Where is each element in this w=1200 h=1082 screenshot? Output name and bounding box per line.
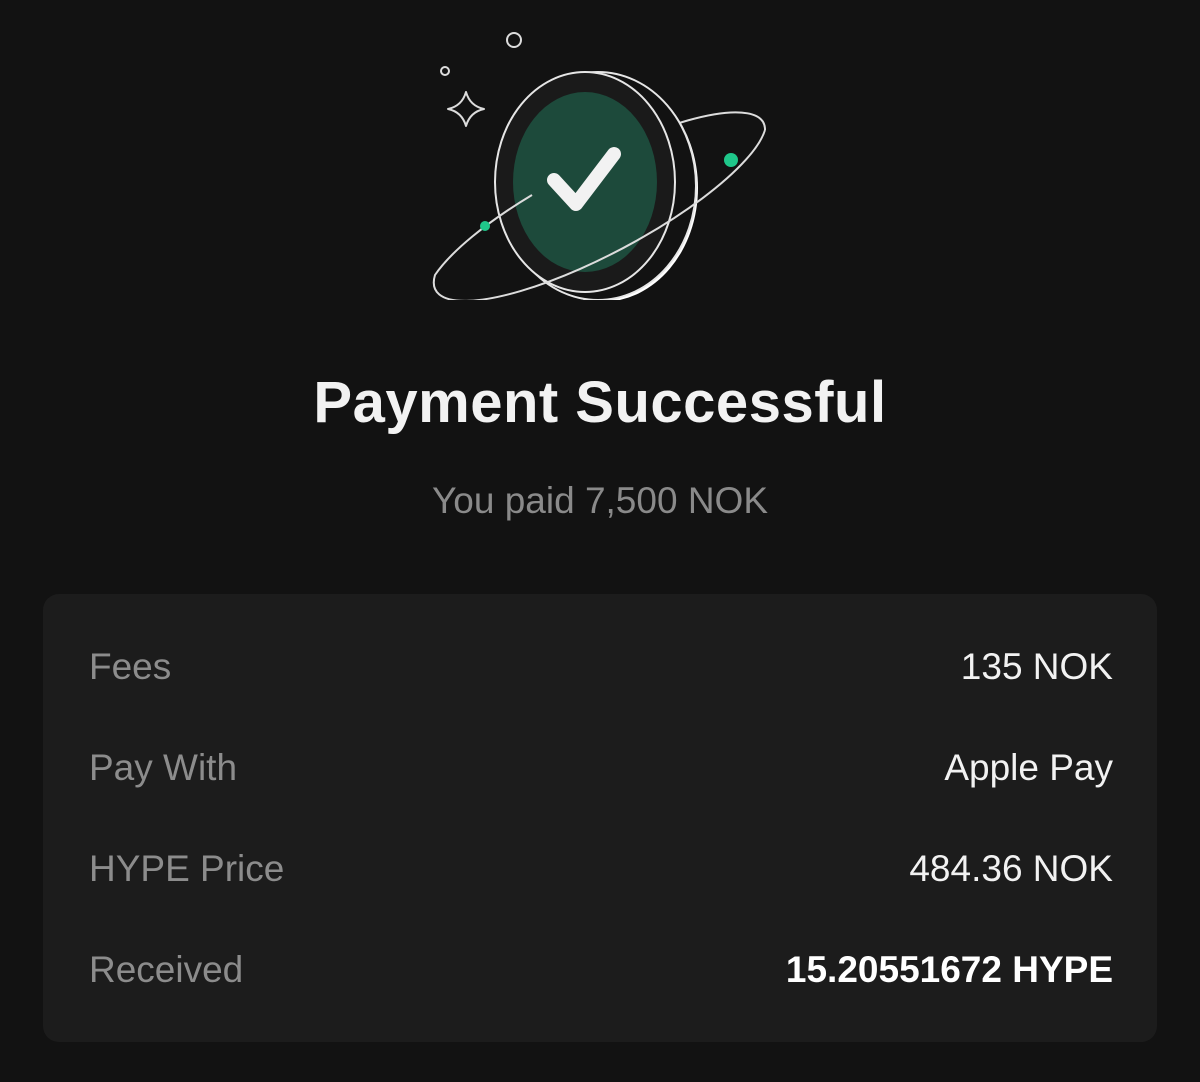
success-checkmark-coin-icon: [432, 32, 767, 302]
detail-row-received: Received 15.20551672 HYPE: [89, 945, 1113, 995]
detail-value: Apple Pay: [944, 747, 1113, 788]
detail-row-hype-price: HYPE Price 484.36 NOK: [89, 844, 1113, 894]
detail-label: Received: [89, 949, 244, 990]
detail-label: Fees: [89, 646, 172, 687]
detail-value: 135 NOK: [960, 646, 1113, 687]
detail-label: Pay With: [89, 747, 238, 788]
orbit-dot-small: [480, 221, 490, 231]
decor-circle-large: [506, 32, 522, 48]
detail-value-received: 15.20551672 HYPE: [785, 949, 1113, 990]
decor-circle-small: [440, 66, 450, 76]
sparkle-icon: [447, 91, 485, 127]
detail-label: HYPE Price: [89, 848, 285, 889]
orbit-dot-large: [724, 153, 738, 167]
amount-paid-text: You paid 7,500 NOK: [432, 480, 768, 521]
detail-row-pay-with: Pay With Apple Pay: [89, 743, 1113, 793]
detail-value: 484.36 NOK: [909, 848, 1113, 889]
page-title: Payment Successful: [313, 370, 887, 435]
success-illustration: [420, 20, 780, 302]
payment-details-card: Fees 135 NOK Pay With Apple Pay HYPE Pri…: [43, 594, 1157, 1042]
detail-row-fees: Fees 135 NOK: [89, 642, 1113, 692]
